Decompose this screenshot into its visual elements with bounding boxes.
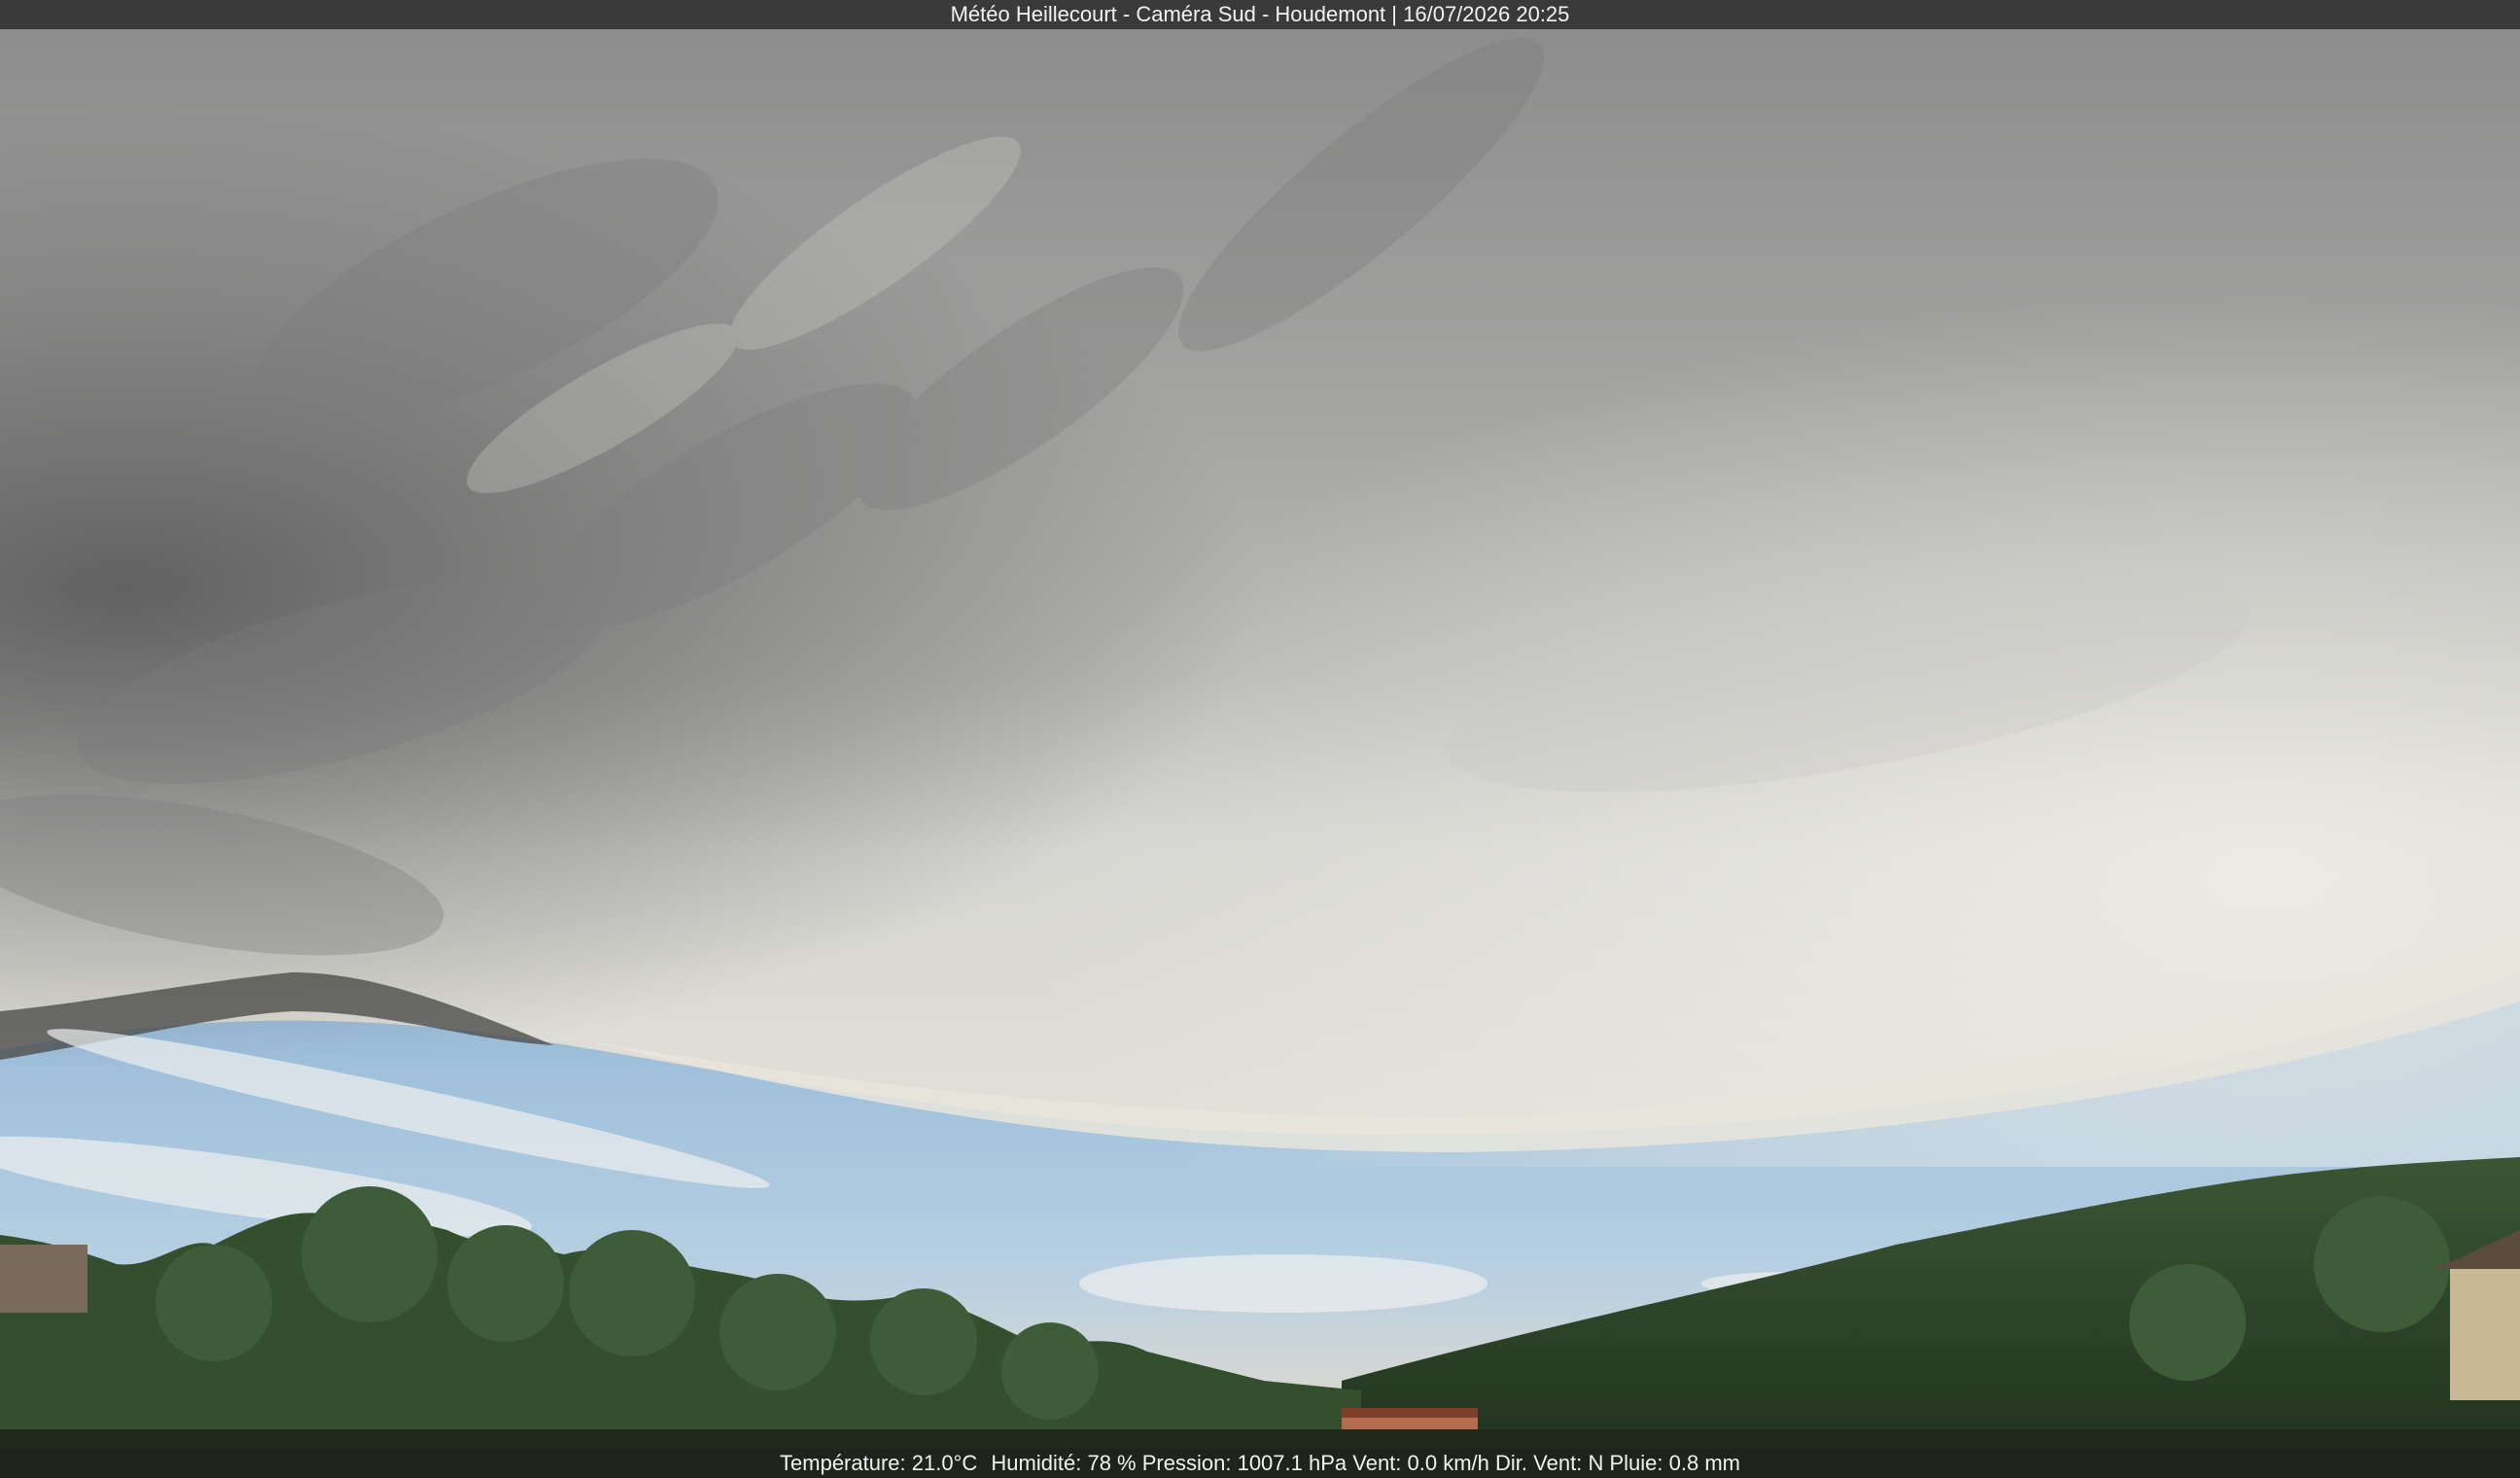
temperature-label: Température: — [780, 1451, 906, 1475]
pressure-label: Pression: — [1141, 1451, 1232, 1475]
camera-name: Caméra Sud — [1136, 2, 1256, 26]
rain-label: Pluie: — [1609, 1451, 1663, 1475]
camera-title-bar: Météo Heillecourt - Caméra Sud - Houdemo… — [0, 0, 2520, 29]
wind-direction-value: N — [1588, 1451, 1604, 1475]
humidity-value: 78 % — [1087, 1451, 1137, 1475]
temperature-value: 21.0°C — [911, 1451, 978, 1475]
wind-value: 0.0 km/h — [1407, 1451, 1489, 1475]
humidity-label: Humidité: — [991, 1451, 1082, 1475]
wind-direction-label: Dir. Vent: — [1495, 1451, 1583, 1475]
weather-readout-bar: Température: 21.0°C Humidité: 78 % Press… — [0, 1449, 2520, 1478]
rain-value: 0.8 mm — [1668, 1451, 1740, 1475]
wind-label: Vent: — [1352, 1451, 1402, 1475]
timestamp: 16/07/2026 20:25 — [1403, 2, 1570, 26]
webcam-scene — [0, 0, 2520, 1478]
station-name: Météo Heillecourt — [950, 2, 1117, 26]
pressure-value: 1007.1 hPa — [1237, 1451, 1348, 1475]
location-name: Houdemont — [1275, 2, 1386, 26]
